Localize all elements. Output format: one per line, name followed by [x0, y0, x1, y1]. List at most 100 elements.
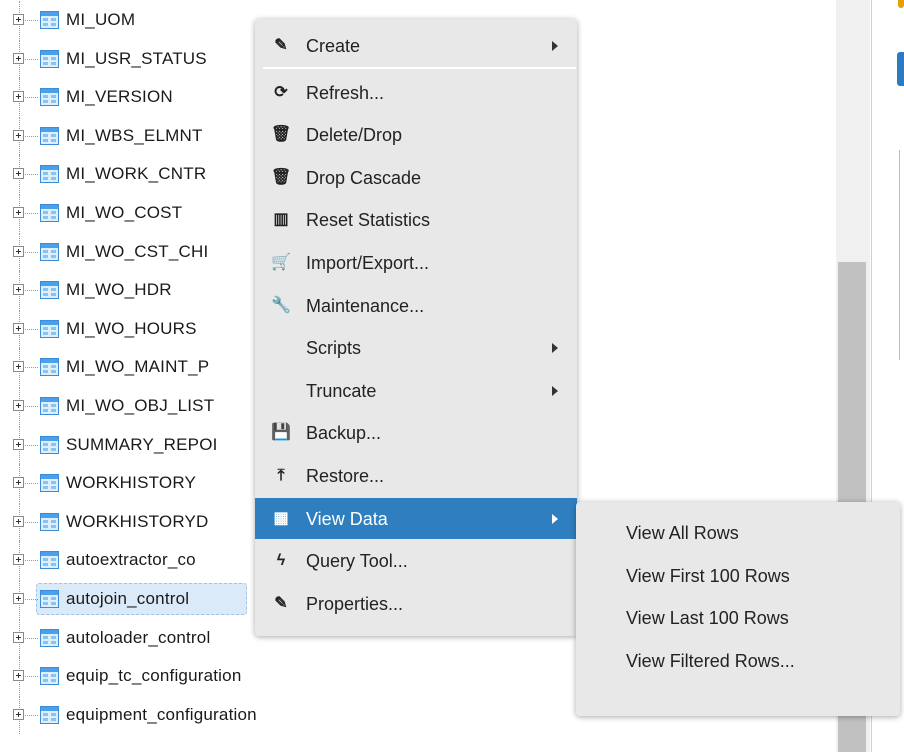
- menu-item-label: Import/Export...: [306, 253, 430, 273]
- menu-item-reset-statistics[interactable]: ▥ Reset Statistics: [255, 199, 577, 240]
- submenu-item-view-last-100-rows[interactable]: View Last 100 Rows: [576, 599, 900, 637]
- submenu-item-label: View First 100 Rows: [626, 566, 790, 586]
- menu-item-backup[interactable]: 💾 Backup...: [255, 412, 577, 453]
- upload-icon: ⤒: [277, 467, 285, 484]
- submenu-arrow-icon: [552, 385, 558, 396]
- table-icon: [40, 435, 59, 454]
- expand-plus-icon[interactable]: [13, 593, 24, 604]
- table-icon: [40, 11, 59, 29]
- right-panel-tab[interactable]: [897, 52, 904, 86]
- bar-chart-icon: ▥: [273, 211, 289, 229]
- tree-item-label: autoextractor_co: [66, 550, 196, 570]
- submenu-item-label: View All Rows: [626, 523, 739, 543]
- menu-item-delete-drop[interactable]: 🗑 Delete/Drop: [255, 114, 577, 155]
- submenu-item-view-filtered-rows[interactable]: View Filtered Rows...: [576, 642, 900, 704]
- menu-item-properties[interactable]: ✎ Properties...: [255, 583, 577, 624]
- expand-plus-icon[interactable]: [13, 708, 24, 720]
- tree-item-label: MI_USR_STATUS: [66, 48, 207, 68]
- lightning-icon: ϟ: [276, 552, 286, 570]
- table-icon: [40, 242, 59, 261]
- table-icon: [40, 126, 59, 145]
- menu-item-view-data[interactable]: ▦ View Data: [255, 497, 577, 539]
- menu-item-drop-cascade[interactable]: 🗑 Drop Cascade: [255, 157, 577, 198]
- menu-item-import-export[interactable]: 🛒 Import/Export...: [255, 242, 577, 283]
- expand-plus-icon[interactable]: [13, 14, 24, 25]
- menu-item-label: View Data: [306, 508, 388, 529]
- table-icon: [40, 474, 59, 493]
- wrench-icon: 🔧: [271, 296, 291, 314]
- expand-plus-icon[interactable]: [13, 515, 24, 527]
- expand-plus-icon[interactable]: [13, 207, 24, 218]
- tree-item-label: MI_WO_CST_CHI: [66, 241, 209, 261]
- menu-item-label: Maintenance...: [306, 295, 425, 316]
- table-icon: [40, 551, 59, 570]
- menu-item-label: Truncate: [306, 380, 377, 401]
- floppy-disk-icon: 💾: [271, 424, 291, 442]
- trash-icon: 🗑: [271, 126, 292, 144]
- menu-item-label: Delete/Drop: [306, 125, 403, 146]
- expand-plus-icon[interactable]: [13, 168, 24, 180]
- expand-plus-icon[interactable]: [13, 322, 24, 334]
- expand-plus-icon[interactable]: [13, 91, 24, 103]
- expand-plus-icon[interactable]: [13, 52, 24, 64]
- submenu-item-label: View Filtered Rows...: [626, 651, 795, 671]
- table-icon: [40, 281, 59, 300]
- menu-item-truncate[interactable]: Truncate: [255, 370, 577, 411]
- table-icon: [40, 319, 59, 338]
- submenu-item-view-all-rows[interactable]: View All Rows: [576, 514, 900, 552]
- tree-item-label: MI_WBS_ELMNT: [66, 125, 203, 145]
- tree-item-label: autojoin_control: [66, 589, 190, 608]
- edit-icon: ✎: [274, 594, 288, 612]
- expand-plus-icon[interactable]: [13, 631, 24, 643]
- menu-item-maintenance[interactable]: 🔧 Maintenance...: [255, 285, 577, 326]
- table-icon: [40, 49, 59, 68]
- tree-item-label: WORKHISTORY: [66, 473, 197, 493]
- table-icon: [40, 628, 59, 647]
- expand-plus-icon[interactable]: [13, 361, 24, 373]
- expand-plus-icon[interactable]: [13, 129, 24, 141]
- submenu-arrow-icon: [552, 513, 558, 524]
- tree-item-label: equip_tc_configuration: [66, 666, 242, 686]
- menu-separator: [263, 67, 576, 69]
- shopping-cart-icon: 🛒: [271, 254, 291, 271]
- right-panel-edge: [899, 150, 904, 360]
- expand-plus-icon[interactable]: [13, 400, 24, 411]
- table-icon: [40, 667, 59, 686]
- trash-icon: 🗑: [271, 168, 292, 186]
- tree-item-label: MI_WO_OBJ_LIST: [66, 396, 215, 415]
- table-icon: [40, 590, 59, 608]
- expand-plus-icon[interactable]: [13, 477, 24, 489]
- expand-plus-icon[interactable]: [13, 245, 24, 257]
- table-icon: [40, 512, 59, 531]
- tree-item-label: MI_UOM: [66, 10, 136, 29]
- expand-plus-icon[interactable]: [13, 438, 24, 450]
- menu-item-label: Drop Cascade: [306, 167, 422, 188]
- menu-item-label: Refresh...: [306, 82, 385, 103]
- menu-item-restore[interactable]: ⤒ Restore...: [255, 455, 577, 496]
- submenu-item-label: View Last 100 Rows: [626, 608, 789, 628]
- menu-item-scripts[interactable]: Scripts: [255, 327, 577, 368]
- menu-item-label: Reset Statistics: [306, 210, 431, 231]
- menu-item-create[interactable]: ✎ Create: [255, 25, 577, 66]
- tree-item-label: MI_WO_HOURS: [66, 318, 197, 338]
- menu-item-query-tool[interactable]: ϟ Query Tool...: [255, 540, 577, 581]
- menu-item-label: Query Tool...: [306, 551, 408, 572]
- submenu-arrow-icon: [552, 343, 558, 354]
- menu-item-label: Properties...: [306, 593, 404, 614]
- tree-item-label: equipment_configuration: [66, 704, 257, 724]
- refresh-icon: ⟳: [274, 83, 288, 101]
- menu-item-label: Backup...: [306, 423, 382, 444]
- table-icon: [40, 397, 59, 415]
- menu-item-label: Create: [306, 36, 361, 56]
- menu-item-refresh[interactable]: ⟳ Refresh...: [255, 72, 577, 113]
- table-icon: [40, 705, 59, 724]
- expand-plus-icon[interactable]: [13, 284, 24, 296]
- table-icon: [40, 88, 59, 107]
- table-icon: [40, 204, 59, 222]
- expand-plus-icon[interactable]: [13, 554, 24, 566]
- tree-item-label: MI_WO_HDR: [66, 280, 172, 300]
- expand-plus-icon[interactable]: [13, 670, 24, 682]
- submenu-item-view-first-100-rows[interactable]: View First 100 Rows: [576, 557, 900, 595]
- tree-item-label: MI_WO_COST: [66, 203, 183, 222]
- tree-item-label: WORKHISTORYD: [66, 511, 209, 531]
